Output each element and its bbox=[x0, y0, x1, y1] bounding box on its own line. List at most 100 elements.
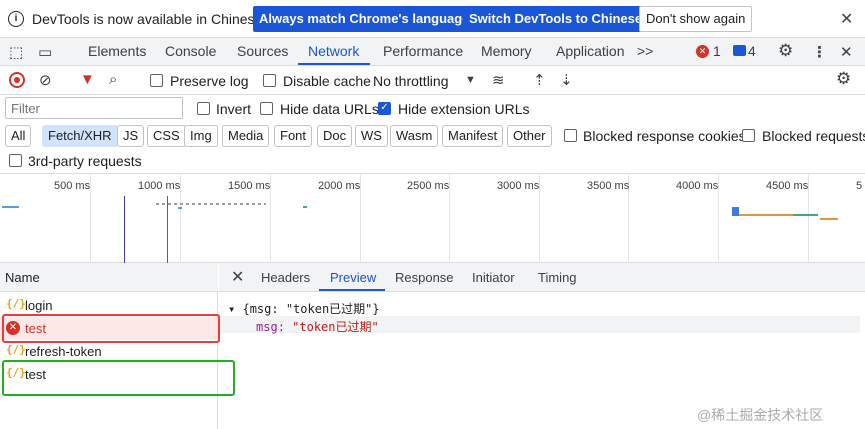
dom-content-loaded-line bbox=[124, 196, 125, 263]
search-icon[interactable]: ⌕ bbox=[109, 71, 117, 88]
device-toolbar-icon[interactable]: ▭ bbox=[38, 43, 52, 61]
type-filter-manifest[interactable]: Manifest bbox=[442, 125, 504, 147]
preserve-log-checkbox[interactable] bbox=[150, 74, 163, 87]
type-filter-css[interactable]: CSS bbox=[147, 125, 186, 147]
blocked-requests-label: Blocked requests bbox=[762, 128, 865, 144]
filter-row: Invert Hide data URLs ✓ Hide extension U… bbox=[0, 95, 865, 122]
expand-triangle-icon[interactable]: ▾ bbox=[228, 302, 235, 316]
active-tab-indicator bbox=[298, 63, 370, 65]
json-summary-text: {msg: "token已过期"} bbox=[242, 302, 380, 316]
type-filter-fetch-xhr[interactable]: Fetch/XHR bbox=[42, 125, 118, 147]
preserve-log-label: Preserve log bbox=[170, 73, 249, 89]
disable-cache-checkbox[interactable] bbox=[263, 74, 276, 87]
dont-show-again-button[interactable]: Don't show again bbox=[639, 6, 753, 32]
import-har-icon[interactable]: ⇡ bbox=[533, 71, 546, 89]
filter-funnel-icon[interactable]: ▼ bbox=[80, 71, 95, 88]
request-name: refresh-token bbox=[25, 344, 102, 359]
network-toolbar: ⊘ ▼ ⌕ Preserve log Disable cache No thro… bbox=[0, 66, 865, 95]
network-settings-gear-icon[interactable]: ⚙ bbox=[836, 69, 851, 89]
timeline-overview[interactable]: 500 ms 1000 ms 1500 ms 2000 ms 2500 ms 3… bbox=[0, 174, 865, 263]
tab-initiator[interactable]: Initiator bbox=[472, 270, 515, 285]
active-tab-indicator bbox=[319, 289, 385, 291]
more-options-icon[interactable]: ⋮ bbox=[812, 43, 827, 61]
always-match-language-button[interactable]: Always match Chrome's language bbox=[253, 6, 476, 32]
hide-extension-urls-label: Hide extension URLs bbox=[398, 101, 530, 117]
hide-data-urls-checkbox[interactable] bbox=[260, 102, 273, 115]
type-filter-ws[interactable]: WS bbox=[355, 125, 388, 147]
message-icon[interactable] bbox=[733, 45, 746, 56]
tick-label: 1000 ms bbox=[138, 180, 181, 192]
json-property[interactable]: msg: "token已过期" bbox=[256, 318, 379, 335]
tick-label: 3000 ms bbox=[497, 180, 540, 192]
settings-gear-icon[interactable]: ⚙ bbox=[778, 41, 793, 61]
close-icon[interactable]: ✕ bbox=[840, 9, 853, 29]
type-filter-img[interactable]: Img bbox=[184, 125, 218, 147]
record-stop-icon[interactable] bbox=[9, 72, 25, 88]
hide-extension-urls-checkbox[interactable]: ✓ bbox=[378, 102, 391, 115]
clear-icon[interactable]: ⊘ bbox=[39, 71, 52, 89]
error-count[interactable]: 1 bbox=[713, 43, 721, 59]
invert-checkbox[interactable] bbox=[197, 102, 210, 115]
details-tabbar: ✕ Headers Preview Response Initiator Tim… bbox=[219, 263, 865, 292]
tab-performance[interactable]: Performance bbox=[383, 43, 463, 59]
name-column-header[interactable]: Name bbox=[0, 263, 218, 292]
message-count[interactable]: 4 bbox=[748, 43, 756, 59]
hide-data-urls-label: Hide data URLs bbox=[280, 101, 379, 117]
error-icon[interactable]: ✕ bbox=[696, 45, 709, 58]
request-list: Name {/} login ✕ test {/} refresh-token … bbox=[0, 263, 218, 429]
waterfall-bar bbox=[303, 206, 307, 208]
tab-response[interactable]: Response bbox=[395, 270, 454, 285]
tick-label: 500 ms bbox=[54, 180, 91, 192]
tab-application[interactable]: Application bbox=[556, 43, 625, 59]
waterfall-bar bbox=[178, 207, 182, 209]
throttling-select[interactable]: No throttling bbox=[373, 73, 448, 89]
filter-input[interactable] bbox=[5, 97, 183, 119]
disable-cache-label: Disable cache bbox=[283, 73, 371, 89]
tick-label: 4000 ms bbox=[676, 180, 719, 192]
export-har-icon[interactable]: ⇣ bbox=[560, 71, 573, 89]
tab-network[interactable]: Network bbox=[308, 43, 359, 59]
tick-label: 2500 ms bbox=[407, 180, 450, 192]
xhr-icon: {/} bbox=[6, 297, 26, 310]
type-filter-doc[interactable]: Doc bbox=[317, 125, 353, 147]
type-filter-font[interactable]: Font bbox=[274, 125, 313, 147]
switch-to-chinese-button[interactable]: Switch DevTools to Chinese bbox=[463, 6, 649, 32]
tab-preview[interactable]: Preview bbox=[330, 270, 376, 285]
name-header-label: Name bbox=[5, 270, 40, 285]
blocked-requests-checkbox[interactable] bbox=[742, 129, 755, 142]
json-key: msg bbox=[256, 320, 278, 334]
close-devtools-icon[interactable]: ✕ bbox=[840, 43, 853, 61]
waterfall-bar bbox=[156, 203, 266, 205]
tab-console[interactable]: Console bbox=[165, 43, 216, 59]
type-filter-media[interactable]: Media bbox=[222, 125, 270, 147]
tab-memory[interactable]: Memory bbox=[481, 43, 532, 59]
type-filter-js[interactable]: JS bbox=[117, 125, 145, 147]
type-filter-other[interactable]: Other bbox=[507, 125, 552, 147]
third-party-checkbox[interactable] bbox=[9, 154, 22, 167]
tab-sources[interactable]: Sources bbox=[237, 43, 288, 59]
more-tabs-button[interactable]: >> bbox=[637, 43, 653, 59]
invert-label: Invert bbox=[216, 101, 252, 117]
annotation-green-box bbox=[2, 360, 235, 396]
blocked-response-cookies-checkbox[interactable] bbox=[564, 129, 577, 142]
chevron-down-icon[interactable]: ▼ bbox=[465, 74, 476, 86]
tab-elements[interactable]: Elements bbox=[88, 43, 146, 59]
resource-type-filters: All Fetch/XHR JS CSS Img Media Font Doc … bbox=[0, 122, 865, 149]
close-details-icon[interactable]: ✕ bbox=[231, 267, 244, 287]
type-filter-wasm[interactable]: Wasm bbox=[390, 125, 439, 147]
tick-label: 4500 ms bbox=[766, 180, 809, 192]
watermark: @稀土掘金技术社区 bbox=[697, 407, 824, 423]
waterfall-bar bbox=[739, 214, 793, 216]
tab-headers[interactable]: Headers bbox=[261, 270, 310, 285]
json-summary[interactable]: ▾ {msg: "token已过期"} bbox=[228, 300, 380, 317]
banner-message: DevTools is now available in Chinese! bbox=[32, 11, 267, 27]
network-conditions-icon[interactable]: ≋ bbox=[492, 71, 505, 89]
blocked-response-cookies-label: Blocked response cookies bbox=[583, 128, 746, 144]
tick-label: 2000 ms bbox=[318, 180, 361, 192]
inspect-element-icon[interactable]: ⬚ bbox=[9, 43, 23, 61]
third-party-label: 3rd-party requests bbox=[28, 153, 142, 169]
tab-timing[interactable]: Timing bbox=[538, 270, 577, 285]
type-filter-all[interactable]: All bbox=[5, 125, 32, 147]
waterfall-bar bbox=[732, 207, 739, 216]
waterfall-bar bbox=[820, 218, 838, 220]
